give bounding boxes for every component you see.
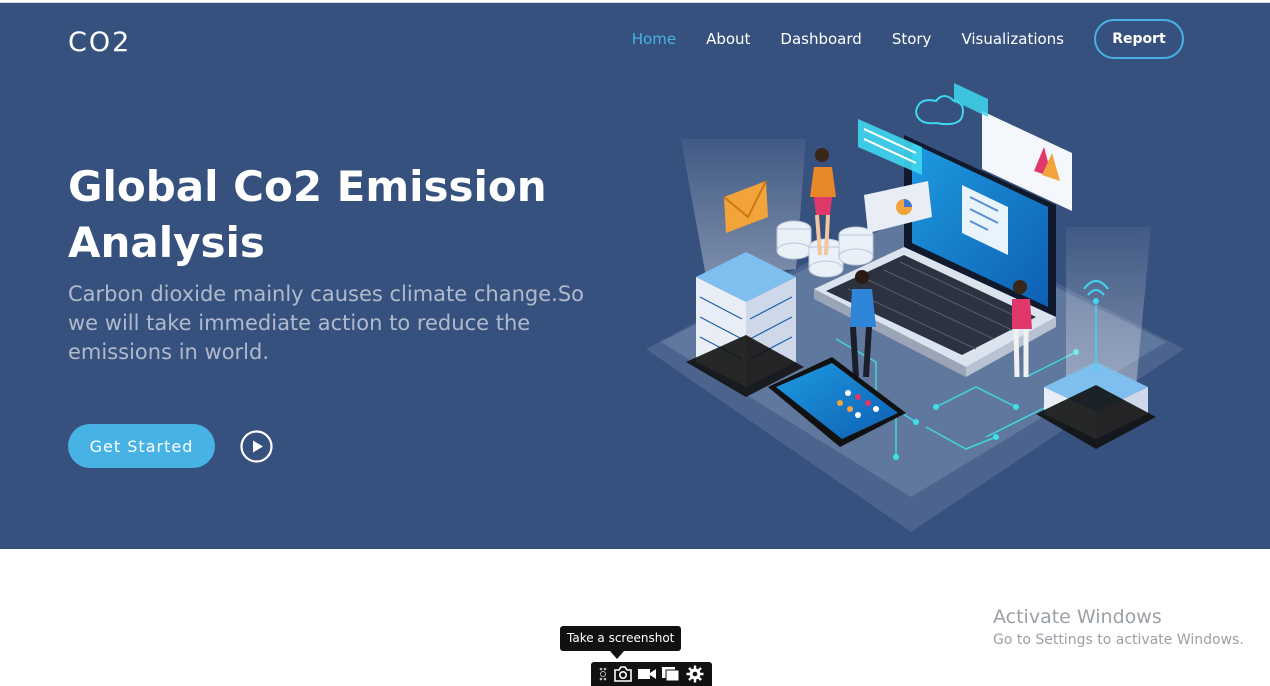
site-logo[interactable]: CO2 xyxy=(68,27,131,58)
camera-icon[interactable] xyxy=(611,663,635,685)
window-icon[interactable] xyxy=(659,663,683,685)
report-button[interactable]: Report xyxy=(1094,19,1184,59)
video-icon[interactable] xyxy=(635,663,659,685)
isometric-data-analytics-illustration xyxy=(636,77,1186,537)
nav-story[interactable]: Story xyxy=(892,30,932,48)
tooltip-arrow xyxy=(610,651,624,659)
hero-section: CO2 Home About Dashboard Story Visualiza… xyxy=(0,3,1270,549)
activate-windows-subtitle: Go to Settings to activate Windows. xyxy=(993,632,1244,648)
nav-home[interactable]: Home xyxy=(632,30,676,48)
play-circle-icon[interactable] xyxy=(240,430,273,463)
hero-title: Global Co2 Emission Analysis xyxy=(68,162,547,267)
nav-dashboard[interactable]: Dashboard xyxy=(780,30,861,48)
activate-windows-title: Activate Windows xyxy=(993,606,1162,628)
get-started-button[interactable]: Get Started xyxy=(68,424,215,468)
screenshot-tooltip: Take a screenshot xyxy=(560,626,682,651)
nav-about[interactable]: About xyxy=(706,30,750,48)
screen-capture-toolbar xyxy=(591,662,712,686)
gear-icon[interactable] xyxy=(683,663,707,685)
grip-icon[interactable] xyxy=(595,663,611,685)
nav-visualizations[interactable]: Visualizations xyxy=(961,30,1064,48)
hero-subtitle: Carbon dioxide mainly causes climate cha… xyxy=(68,282,584,364)
main-nav: Home About Dashboard Story Visualization… xyxy=(632,19,1184,59)
